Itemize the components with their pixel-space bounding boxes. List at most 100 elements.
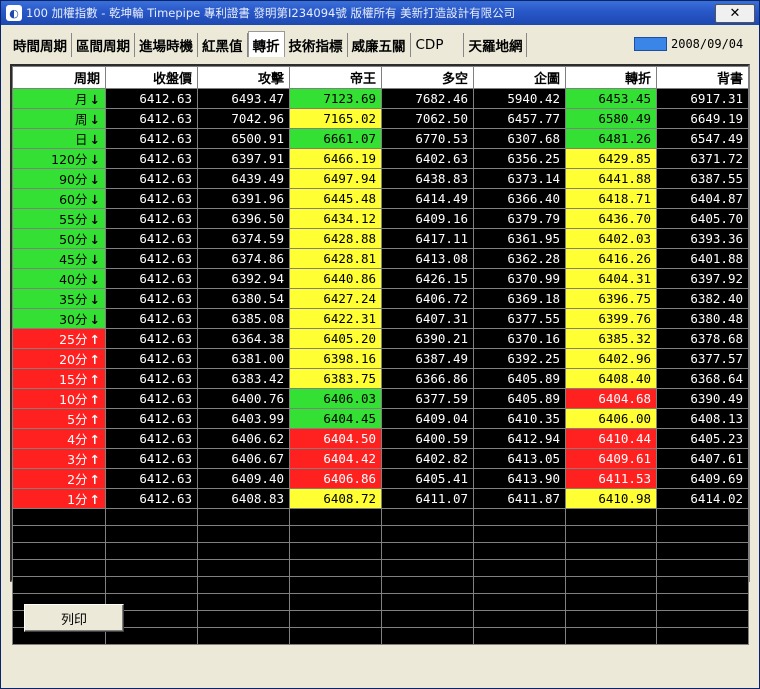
table-row[interactable]: 日 ↓ 6412.63 6500.91 6661.07 6770.53 6307.68 648…	[12, 128, 749, 149]
table-row[interactable]: 周 ↓ 6412.63 7042.96 7165.02 7062.50 6457.77 658…	[12, 108, 749, 129]
empty-cell	[381, 593, 474, 611]
column-header[interactable]: 收盤價	[105, 66, 198, 89]
empty-cell	[197, 593, 290, 611]
tab-2[interactable]: 進場時機	[135, 33, 198, 57]
period-label: 60分	[59, 192, 88, 207]
app-icon[interactable]: ◐	[6, 5, 22, 21]
value-cell: 6412.63	[105, 388, 198, 409]
tab-0[interactable]: 時間周期	[9, 33, 72, 57]
value-cell: 6412.63	[105, 368, 198, 389]
arrow-down-icon: ↓	[89, 112, 100, 127]
tab-8[interactable]: 天羅地網	[464, 33, 528, 57]
value-cell: 6405.23	[656, 428, 749, 449]
tab-3[interactable]: 紅黑值	[198, 33, 248, 57]
value-cell: 6405.20	[289, 328, 382, 349]
empty-cell	[289, 508, 382, 526]
table-row[interactable]: 月 ↓ 6412.63 6493.47 7123.69 7682.46 5940.42 645…	[12, 88, 749, 109]
column-header[interactable]: 背書	[656, 66, 749, 89]
column-header[interactable]: 企圖	[473, 66, 566, 89]
table-row[interactable]: 5分 ↑ 6412.63 6403.99 6404.45 6409.04 6410.35 64…	[12, 408, 749, 429]
value-cell: 6405.89	[473, 388, 566, 409]
empty-cell	[473, 525, 566, 543]
arrow-up-icon: ↑	[89, 452, 100, 467]
value-cell: 6412.63	[105, 88, 198, 109]
value-cell: 6412.63	[105, 108, 198, 129]
value-cell: 6453.45	[565, 88, 657, 109]
arrow-up-icon: ↑	[89, 392, 100, 407]
table-row[interactable]: 45分 ↓ 6412.63 6374.86 6428.81 6413.08 6362.28 6…	[12, 248, 749, 269]
table-row[interactable]: 90分 ↓ 6412.63 6439.49 6497.94 6438.83 6373.14 6…	[12, 168, 749, 189]
value-cell: 6356.25	[473, 148, 566, 169]
value-cell: 6436.70	[565, 208, 657, 229]
value-cell: 6387.55	[656, 168, 749, 189]
value-cell: 6466.19	[289, 148, 382, 169]
value-cell: 6385.08	[197, 308, 290, 329]
data-grid[interactable]: 周期 收盤價 攻擊 帝王 多空 企圖 轉折 背書 月 ↓ 6412.63 6493.47 7123.6…	[10, 64, 750, 645]
header-row: 周期 收盤價 攻擊 帝王 多空 企圖 轉折 背書	[12, 66, 749, 89]
period-label: 40分	[59, 272, 88, 287]
value-cell: 6493.47	[197, 88, 290, 109]
value-cell: 5940.42	[473, 88, 566, 109]
column-header[interactable]: 多空	[381, 66, 474, 89]
table-row[interactable]: 55分 ↓ 6412.63 6396.50 6434.12 6409.16 6379.79 6…	[12, 208, 749, 229]
close-button[interactable]: ✕	[715, 3, 755, 23]
value-cell: 6406.67	[197, 448, 290, 469]
value-cell: 6580.49	[565, 108, 657, 129]
table-row[interactable]: 40分 ↓ 6412.63 6392.94 6440.86 6426.15 6370.99 6…	[12, 268, 749, 289]
tab-6[interactable]: 威廉五關	[348, 33, 411, 57]
value-cell: 6404.42	[289, 448, 382, 469]
column-header[interactable]: 轉折	[565, 66, 657, 89]
table-row[interactable]: 25分 ↑ 6412.63 6364.38 6405.20 6390.21 6370.16 6…	[12, 328, 749, 349]
value-cell: 6361.95	[473, 228, 566, 249]
empty-row	[12, 508, 749, 526]
table-row[interactable]: 20分 ↑ 6412.63 6381.00 6398.16 6387.49 6392.25 6…	[12, 348, 749, 369]
table-row[interactable]: 50分 ↓ 6412.63 6374.59 6428.88 6417.11 6361.95 6…	[12, 228, 749, 249]
period-label: 15分	[59, 372, 88, 387]
tab-4[interactable]: 轉折	[247, 31, 285, 57]
value-cell: 6407.31	[381, 308, 474, 329]
empty-cell	[197, 508, 290, 526]
table-row[interactable]: 35分 ↓ 6412.63 6380.54 6427.24 6406.72 6369.18 6…	[12, 288, 749, 309]
empty-cell	[289, 610, 382, 628]
table-row[interactable]: 30分 ↓ 6412.63 6385.08 6422.31 6407.31 6377.55 6…	[12, 308, 749, 329]
empty-cell	[565, 559, 657, 577]
table-row[interactable]: 2分 ↑ 6412.63 6409.40 6406.86 6405.41 6413.90 64…	[12, 468, 749, 489]
empty-cell	[289, 627, 382, 645]
table-row[interactable]: 3分 ↑ 6412.63 6406.67 6404.42 6402.82 6413.05 64…	[12, 448, 749, 469]
empty-cell	[565, 508, 657, 526]
value-cell: 6403.99	[197, 408, 290, 429]
column-header[interactable]: 攻擊	[197, 66, 290, 89]
table-row[interactable]: 120分 ↓ 6412.63 6397.91 6466.19 6402.63 6356.25…	[12, 148, 749, 169]
empty-cell	[381, 525, 474, 543]
value-cell: 6412.63	[105, 148, 198, 169]
value-cell: 6434.12	[289, 208, 382, 229]
print-button[interactable]: 列印	[24, 604, 124, 632]
value-cell: 7165.02	[289, 108, 382, 129]
value-cell: 6411.87	[473, 488, 566, 509]
arrow-up-icon: ↑	[89, 492, 100, 507]
table-row[interactable]: 4分 ↑ 6412.63 6406.62 6404.50 6400.59 6412.94 64…	[12, 428, 749, 449]
period-cell: 120分 ↓	[12, 148, 106, 169]
column-header[interactable]: 帝王	[289, 66, 382, 89]
tab-7[interactable]: CDP	[411, 33, 465, 57]
column-header[interactable]: 周期	[12, 66, 106, 89]
arrow-down-icon: ↓	[89, 252, 100, 267]
value-cell: 6429.85	[565, 148, 657, 169]
title-bar[interactable]: ◐ 100 加權指數 - 乾坤輪 Timepipe 專利證書 發明第I23409…	[1, 1, 759, 25]
empty-cell	[656, 525, 749, 543]
empty-cell	[197, 542, 290, 560]
date-text: 2008/09/04	[671, 37, 744, 51]
table-row[interactable]: 1分 ↑ 6412.63 6408.83 6408.72 6411.07 6411.87 64…	[12, 488, 749, 509]
table-row[interactable]: 15分 ↑ 6412.63 6383.42 6383.75 6366.86 6405.89 6…	[12, 368, 749, 389]
table-row[interactable]: 10分 ↑ 6412.63 6400.76 6406.03 6377.59 6405.89 6…	[12, 388, 749, 409]
value-cell: 6381.00	[197, 348, 290, 369]
tab-5[interactable]: 技術指標	[285, 33, 348, 57]
empty-cell	[565, 593, 657, 611]
value-cell: 6427.24	[289, 288, 382, 309]
value-cell: 6307.68	[473, 128, 566, 149]
tab-1[interactable]: 區間周期	[72, 33, 135, 57]
arrow-down-icon: ↓	[89, 272, 100, 287]
value-cell: 6445.48	[289, 188, 382, 209]
period-cell: 40分 ↓	[12, 268, 106, 289]
table-row[interactable]: 60分 ↓ 6412.63 6391.96 6445.48 6414.49 6366.40 6…	[12, 188, 749, 209]
